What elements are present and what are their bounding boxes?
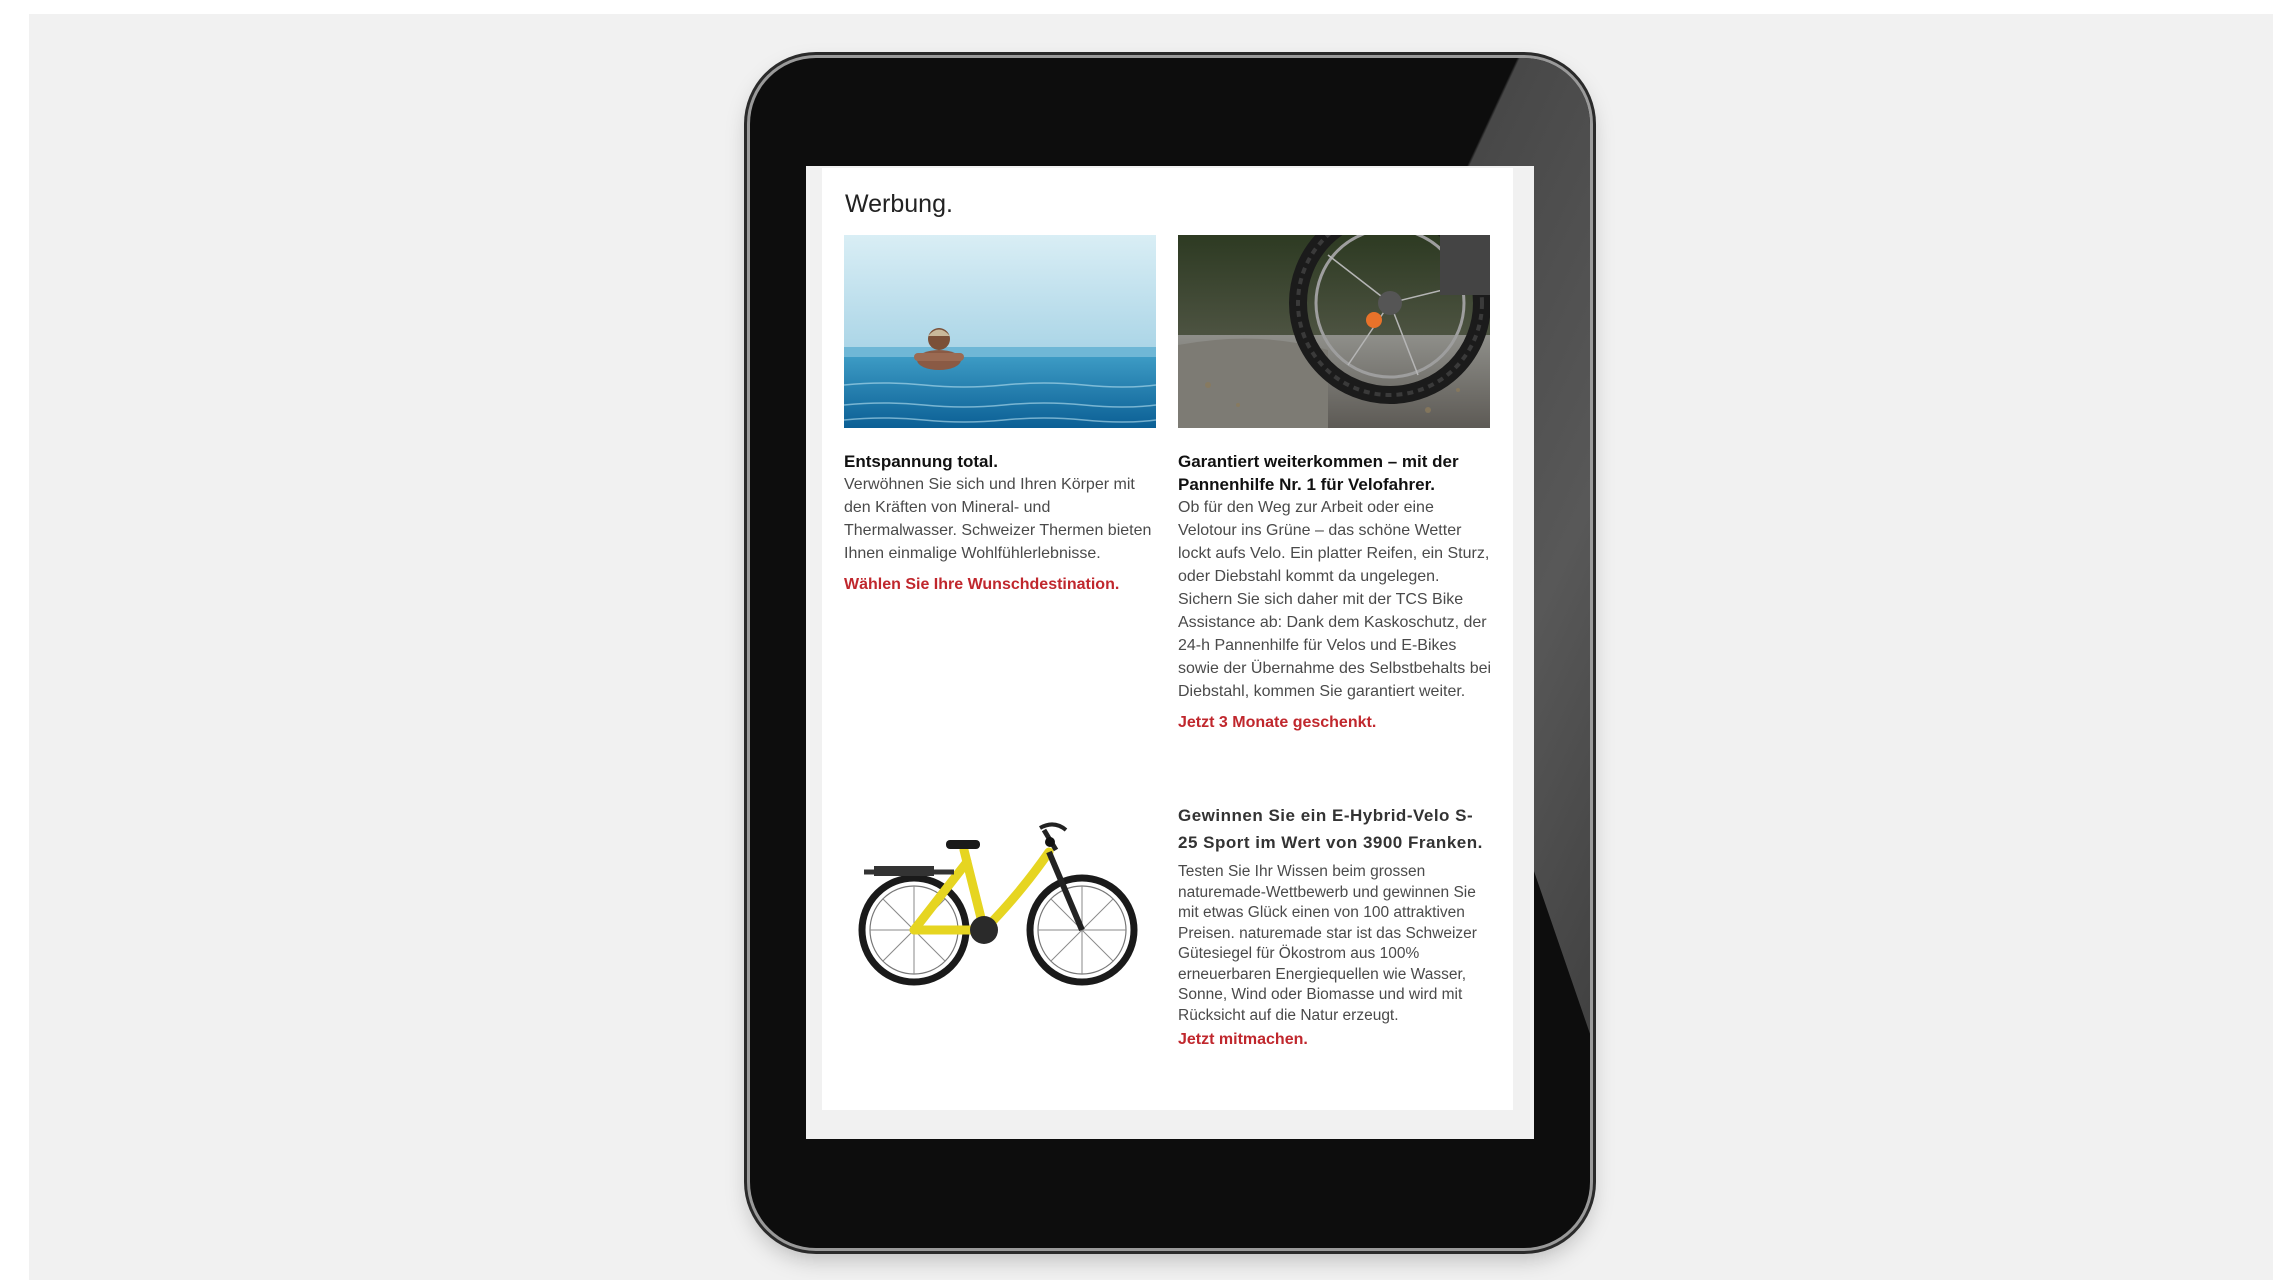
- ad-body: Verwöhnen Sie sich und Ihren Körper mit …: [844, 476, 1152, 562]
- ad-page: Werbung. Entspannung total. Verwöhnen Si…: [822, 168, 1513, 1110]
- ad-body: Testen Sie Ihr Wissen beim grossen natur…: [1178, 863, 1477, 1024]
- page-title: Werbung.: [845, 190, 953, 218]
- participate-link[interactable]: Jetzt mitmachen.: [1178, 1028, 1493, 1051]
- thermal-pool-image: [844, 235, 1156, 428]
- ad-item-ebike-contest: Gewinnen Sie ein E-Hybrid-Velo S-25 Spor…: [1178, 802, 1493, 1051]
- ad-item-thermal: Entspannung total. Verwöhnen Sie sich un…: [844, 450, 1162, 596]
- bike-tire-image: [1178, 235, 1490, 428]
- ad-item-bike-assistance: Garantiert weiterkommen – mit der Pannen…: [1178, 450, 1496, 734]
- ad-heading: Gewinnen Sie ein E-Hybrid-Velo S-25 Spor…: [1178, 806, 1483, 852]
- ad-heading: Entspannung total.: [844, 452, 998, 471]
- e-bike-image: [844, 810, 1156, 1000]
- offer-link[interactable]: Jetzt 3 Monate geschenkt.: [1178, 711, 1496, 734]
- destination-link[interactable]: Wählen Sie Ihre Wunschdestination.: [844, 573, 1162, 596]
- ad-body: Ob für den Weg zur Arbeit oder eine Velo…: [1178, 499, 1492, 700]
- tablet-screen: Werbung. Entspannung total. Verwöhnen Si…: [806, 166, 1534, 1139]
- ad-heading: Garantiert weiterkommen – mit der Pannen…: [1178, 452, 1459, 494]
